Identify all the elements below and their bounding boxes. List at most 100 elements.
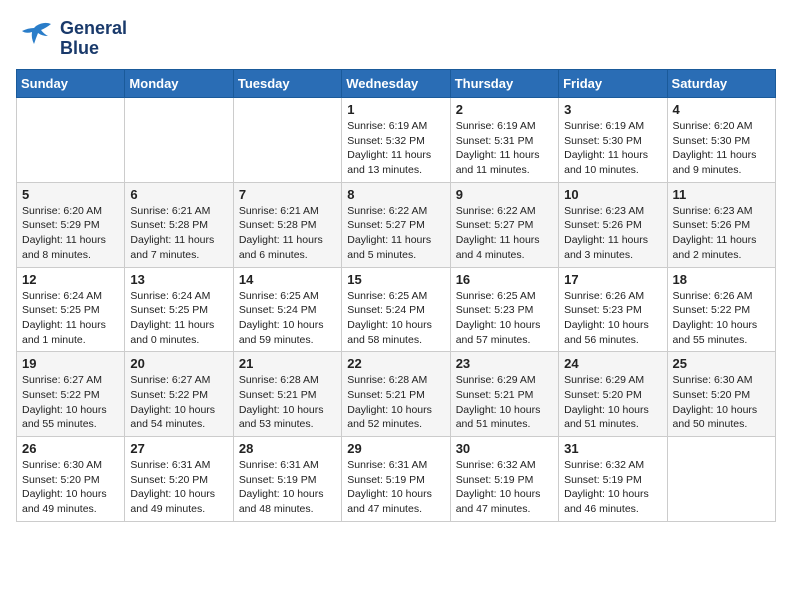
- calendar-cell: 29 Sunrise: 6:31 AM Sunset: 5:19 PM Dayli…: [342, 437, 450, 522]
- day-info: Sunrise: 6:31 AM Sunset: 5:19 PM Dayligh…: [239, 458, 336, 517]
- day-number: 21: [239, 356, 336, 371]
- calendar-week-row: 5 Sunrise: 6:20 AM Sunset: 5:29 PM Daylig…: [17, 182, 776, 267]
- calendar-cell: 2 Sunrise: 6:19 AM Sunset: 5:31 PM Daylig…: [450, 98, 558, 183]
- day-info: Sunrise: 6:22 AM Sunset: 5:27 PM Dayligh…: [456, 204, 553, 263]
- day-header-monday: Monday: [125, 70, 233, 98]
- day-number: 5: [22, 187, 119, 202]
- calendar-cell: 25Sunrise: 6:30 AM Sunset: 5:20 PM Dayli…: [667, 352, 775, 437]
- calendar-cell: 17 Sunrise: 6:26 AM Sunset: 5:23 PM Dayli…: [559, 267, 667, 352]
- calendar-week-row: 19 Sunrise: 6:27 AM Sunset: 5:22 PM Dayli…: [17, 352, 776, 437]
- day-number: 18: [673, 272, 770, 287]
- day-info: Sunrise: 6:24 AM Sunset: 5:25 PM Dayligh…: [130, 289, 227, 348]
- calendar-cell: 23 Sunrise: 6:29 AM Sunset: 5:21 PM Dayli…: [450, 352, 558, 437]
- day-info: Sunrise: 6:27 AM Sunset: 5:22 PM Dayligh…: [130, 373, 227, 432]
- day-number: 2: [456, 102, 553, 117]
- day-number: 26: [22, 441, 119, 456]
- day-info: Sunrise: 6:19 AM Sunset: 5:31 PM Dayligh…: [456, 119, 553, 178]
- day-number: 8: [347, 187, 444, 202]
- calendar-cell: 6Sunrise: 6:21 AM Sunset: 5:28 PM Daylig…: [125, 182, 233, 267]
- calendar-cell: 30 Sunrise: 6:32 AM Sunset: 5:19 PM Dayli…: [450, 437, 558, 522]
- calendar-week-row: 1 Sunrise: 6:19 AM Sunset: 5:32 PM Daylig…: [17, 98, 776, 183]
- calendar-cell: 1 Sunrise: 6:19 AM Sunset: 5:32 PM Daylig…: [342, 98, 450, 183]
- logo: General Blue: [16, 16, 127, 61]
- day-number: 19: [22, 356, 119, 371]
- day-number: 22: [347, 356, 444, 371]
- calendar-cell: 16 Sunrise: 6:25 AM Sunset: 5:23 PM Dayli…: [450, 267, 558, 352]
- day-info: Sunrise: 6:19 AM Sunset: 5:30 PM Dayligh…: [564, 119, 661, 178]
- day-number: 16: [456, 272, 553, 287]
- day-header-wednesday: Wednesday: [342, 70, 450, 98]
- day-header-sunday: Sunday: [17, 70, 125, 98]
- day-number: 11: [673, 187, 770, 202]
- calendar-cell: 5 Sunrise: 6:20 AM Sunset: 5:29 PM Daylig…: [17, 182, 125, 267]
- page-header: General Blue: [16, 16, 776, 61]
- day-number: 7: [239, 187, 336, 202]
- day-header-thursday: Thursday: [450, 70, 558, 98]
- day-number: 12: [22, 272, 119, 287]
- calendar-cell: 8Sunrise: 6:22 AM Sunset: 5:27 PM Daylig…: [342, 182, 450, 267]
- day-info: Sunrise: 6:27 AM Sunset: 5:22 PM Dayligh…: [22, 373, 119, 432]
- day-info: Sunrise: 6:23 AM Sunset: 5:26 PM Dayligh…: [564, 204, 661, 263]
- day-info: Sunrise: 6:25 AM Sunset: 5:23 PM Dayligh…: [456, 289, 553, 348]
- calendar-cell: 28 Sunrise: 6:31 AM Sunset: 5:19 PM Dayli…: [233, 437, 341, 522]
- day-info: Sunrise: 6:25 AM Sunset: 5:24 PM Dayligh…: [347, 289, 444, 348]
- day-number: 28: [239, 441, 336, 456]
- calendar-cell: 7Sunrise: 6:21 AM Sunset: 5:28 PM Daylig…: [233, 182, 341, 267]
- day-info: Sunrise: 6:31 AM Sunset: 5:19 PM Dayligh…: [347, 458, 444, 517]
- calendar-cell: 15 Sunrise: 6:25 AM Sunset: 5:24 PM Dayli…: [342, 267, 450, 352]
- day-number: 23: [456, 356, 553, 371]
- calendar-cell: 26 Sunrise: 6:30 AM Sunset: 5:20 PM Dayli…: [17, 437, 125, 522]
- day-info: Sunrise: 6:21 AM Sunset: 5:28 PM Dayligh…: [130, 204, 227, 263]
- day-number: 14: [239, 272, 336, 287]
- day-number: 25: [673, 356, 770, 371]
- day-number: 20: [130, 356, 227, 371]
- day-info: Sunrise: 6:19 AM Sunset: 5:32 PM Dayligh…: [347, 119, 444, 178]
- calendar-cell: [17, 98, 125, 183]
- calendar-cell: 31 Sunrise: 6:32 AM Sunset: 5:19 PM Dayli…: [559, 437, 667, 522]
- day-number: 3: [564, 102, 661, 117]
- day-number: 24: [564, 356, 661, 371]
- day-number: 27: [130, 441, 227, 456]
- day-info: Sunrise: 6:29 AM Sunset: 5:21 PM Dayligh…: [456, 373, 553, 432]
- day-info: Sunrise: 6:32 AM Sunset: 5:19 PM Dayligh…: [564, 458, 661, 517]
- calendar-cell: 24 Sunrise: 6:29 AM Sunset: 5:20 PM Dayli…: [559, 352, 667, 437]
- day-info: Sunrise: 6:29 AM Sunset: 5:20 PM Dayligh…: [564, 373, 661, 432]
- day-number: 9: [456, 187, 553, 202]
- calendar-cell: 19 Sunrise: 6:27 AM Sunset: 5:22 PM Dayli…: [17, 352, 125, 437]
- calendar-cell: 22 Sunrise: 6:28 AM Sunset: 5:21 PM Dayli…: [342, 352, 450, 437]
- day-number: 4: [673, 102, 770, 117]
- day-number: 29: [347, 441, 444, 456]
- day-number: 10: [564, 187, 661, 202]
- day-number: 30: [456, 441, 553, 456]
- calendar-cell: 9 Sunrise: 6:22 AM Sunset: 5:27 PM Daylig…: [450, 182, 558, 267]
- day-info: Sunrise: 6:30 AM Sunset: 5:20 PM Dayligh…: [22, 458, 119, 517]
- day-info: Sunrise: 6:20 AM Sunset: 5:30 PM Dayligh…: [673, 119, 770, 178]
- day-header-tuesday: Tuesday: [233, 70, 341, 98]
- day-number: 1: [347, 102, 444, 117]
- day-header-saturday: Saturday: [667, 70, 775, 98]
- calendar-table: SundayMondayTuesdayWednesdayThursdayFrid…: [16, 69, 776, 522]
- day-info: Sunrise: 6:32 AM Sunset: 5:19 PM Dayligh…: [456, 458, 553, 517]
- day-number: 17: [564, 272, 661, 287]
- logo-icon: [16, 16, 56, 56]
- calendar-cell: 13Sunrise: 6:24 AM Sunset: 5:25 PM Dayli…: [125, 267, 233, 352]
- calendar-header-row: SundayMondayTuesdayWednesdayThursdayFrid…: [17, 70, 776, 98]
- day-info: Sunrise: 6:26 AM Sunset: 5:22 PM Dayligh…: [673, 289, 770, 348]
- calendar-cell: [233, 98, 341, 183]
- calendar-cell: [667, 437, 775, 522]
- day-info: Sunrise: 6:20 AM Sunset: 5:29 PM Dayligh…: [22, 204, 119, 263]
- calendar-cell: 21 Sunrise: 6:28 AM Sunset: 5:21 PM Dayli…: [233, 352, 341, 437]
- day-info: Sunrise: 6:26 AM Sunset: 5:23 PM Dayligh…: [564, 289, 661, 348]
- day-info: Sunrise: 6:31 AM Sunset: 5:20 PM Dayligh…: [130, 458, 227, 517]
- calendar-cell: 4 Sunrise: 6:20 AM Sunset: 5:30 PM Daylig…: [667, 98, 775, 183]
- calendar-cell: 10 Sunrise: 6:23 AM Sunset: 5:26 PM Dayli…: [559, 182, 667, 267]
- day-info: Sunrise: 6:28 AM Sunset: 5:21 PM Dayligh…: [239, 373, 336, 432]
- calendar-cell: 3 Sunrise: 6:19 AM Sunset: 5:30 PM Daylig…: [559, 98, 667, 183]
- calendar-cell: 18 Sunrise: 6:26 AM Sunset: 5:22 PM Dayli…: [667, 267, 775, 352]
- day-number: 31: [564, 441, 661, 456]
- day-info: Sunrise: 6:28 AM Sunset: 5:21 PM Dayligh…: [347, 373, 444, 432]
- day-info: Sunrise: 6:23 AM Sunset: 5:26 PM Dayligh…: [673, 204, 770, 263]
- day-number: 15: [347, 272, 444, 287]
- logo-text: General Blue: [60, 19, 127, 59]
- calendar-cell: [125, 98, 233, 183]
